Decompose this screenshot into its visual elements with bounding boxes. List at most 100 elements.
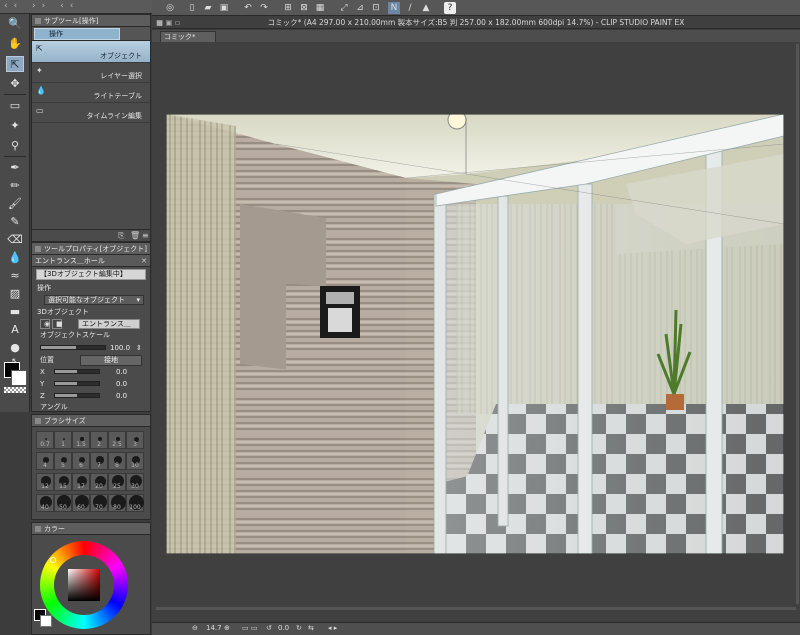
brush-size-cell[interactable]: 4 [36,452,54,470]
crop-icon[interactable]: ⊿ [354,2,366,14]
text-tool-icon[interactable]: A [6,322,24,338]
main-color-swatches[interactable] [2,360,27,394]
hand-tool-icon[interactable]: ✋ [6,36,24,52]
tool-property-header[interactable]: ツールプロパティ[オブジェクト] [32,243,150,255]
brush-size-cell[interactable]: 10 [126,452,144,470]
new-file-icon[interactable]: ▯ [186,2,198,14]
lock-icon[interactable]: ■ [52,319,63,329]
brush-size-cell[interactable]: 8 [108,452,126,470]
z-slider[interactable] [54,393,100,398]
x-slider[interactable] [54,369,100,374]
pencil-tool-icon[interactable]: ✏ [6,178,24,194]
window-controls-icon[interactable]: ■ ▣ ▫ [156,16,180,29]
operation-tool-icon[interactable]: ⇱ [6,56,24,72]
subtool-item-layer-select[interactable]: ✦ レイヤー選択 [32,63,150,83]
panel-grip-icon[interactable] [35,418,41,424]
brush-size-cell[interactable]: 30 [126,473,144,491]
sub-color-swatch[interactable] [11,370,27,386]
selection-tool-icon[interactable]: ▭ [6,98,24,114]
brush-size-cell[interactable]: 70 [90,494,108,512]
gradient-tool-icon[interactable]: ▨ [6,286,24,302]
brush-size-cell[interactable]: 0.7 [36,431,54,449]
snap-grid-icon[interactable]: / [404,2,416,14]
vertical-scrollbar[interactable] [796,44,799,604]
panel-grip-icon[interactable] [35,526,41,532]
brush-size-cell[interactable]: 15 [54,473,72,491]
rotate-left-icon[interactable]: ↺ [266,624,272,632]
brush-size-cell[interactable]: 80 [108,494,126,512]
hue-wheel[interactable] [40,541,128,629]
help-icon[interactable]: ? [444,2,456,14]
horizontal-scrollbar[interactable] [156,607,796,610]
brush-size-cell[interactable]: 12 [36,473,54,491]
operation-dropdown[interactable]: 選択可能なオブジェクト ▾ [44,295,144,305]
brush-size-cell[interactable]: 7 [90,452,108,470]
undo-icon[interactable]: ↶ [242,2,254,14]
select-icon[interactable]: ⊡ [370,2,382,14]
zoom-out-icon[interactable]: ⊖ [192,624,198,632]
brush-size-cell[interactable]: 17 [72,473,90,491]
save-icon[interactable]: ▣ [218,2,230,14]
tab-comic[interactable]: コミック* [160,31,216,42]
subtool-panel-header[interactable]: サブツール[操作] [32,15,150,27]
eyedropper-tool-icon[interactable]: ⚲ [6,138,24,154]
fill-icon[interactable]: ▦ [314,2,326,14]
clear-icon[interactable]: ⊠ [298,2,310,14]
brush-size-header[interactable]: ブラシサイズ [32,415,150,427]
zoom-in-icon[interactable]: ⊕ [224,624,230,632]
duplicate-icon[interactable]: ⎘ [118,231,124,241]
trash-icon[interactable]: 🗑 [130,231,140,240]
ground-button[interactable]: 接地 [80,355,142,366]
angle-value[interactable]: 0.0 [278,624,289,632]
snap-special-icon[interactable]: ▲ [420,2,432,14]
transform-icon[interactable]: ⊞ [282,2,294,14]
collapse-arrows-icon[interactable]: ‹‹ ›› ‹‹ [4,1,79,11]
frame-tool-icon[interactable]: ▬ [6,304,24,320]
scale-slider[interactable] [40,345,106,350]
tab-operation[interactable]: 操作 [34,28,120,40]
move-icon[interactable]: ⤢ [338,2,350,14]
color-panel-sub-swatch[interactable] [40,615,52,627]
auto-select-tool-icon[interactable]: ✦ [6,118,24,134]
redo-icon[interactable]: ↷ [258,2,270,14]
brush-size-cell[interactable]: 5 [54,452,72,470]
blend-tool-icon[interactable]: ≈ [6,268,24,284]
3d-entrance-hall-render[interactable] [166,114,784,554]
brush-size-cell[interactable]: 2 [90,431,108,449]
flip-icon[interactable]: ⇆ [308,624,314,632]
subtool-item-timeline[interactable]: ▭ タイムライン編集 [32,103,150,123]
stepper-icon[interactable]: ⇕ [136,342,142,354]
zoom-value[interactable]: 14.7 [206,624,222,632]
pen-tool-icon[interactable]: ✒ [6,160,24,176]
brush-size-cell[interactable]: 2.5 [108,431,126,449]
app-logo-icon[interactable]: ◎ [162,2,178,14]
brush-size-cell[interactable]: 1 [54,431,72,449]
subtool-item-light-table[interactable]: 💧 ライトテーブル [32,83,150,103]
close-icon[interactable]: ✕ [141,255,147,267]
subtool-item-object[interactable]: ⇱ オブジェクト [32,41,150,63]
page-nav-icon[interactable]: ◂ ▸ [328,624,337,632]
brush-size-cell[interactable]: 40 [36,494,54,512]
panel-grip-icon[interactable] [35,246,41,252]
eye-icon[interactable]: ◉ [40,319,50,329]
brush-size-cell[interactable]: 6 [72,452,90,470]
eraser-tool-icon[interactable]: ⌫ [6,232,24,248]
transparent-color-swatch[interactable] [4,387,26,393]
menu-icon[interactable]: ≡ [142,231,149,240]
fill-tool-icon[interactable]: 💧 [6,250,24,266]
y-slider[interactable] [54,381,100,386]
move-layer-tool-icon[interactable]: ✥ [6,76,24,92]
airbrush-tool-icon[interactable]: ✎ [6,214,24,230]
rotate-right-icon[interactable]: ↻ [296,624,302,632]
hue-marker[interactable] [50,557,56,563]
brush-size-cell[interactable]: 3 [126,431,144,449]
zoom-tool-icon[interactable]: 🔍 [6,16,24,32]
object3d-tab[interactable]: エントランス＿ [78,319,140,329]
panel-grip-icon[interactable] [35,18,41,24]
brush-size-cell[interactable]: 20 [90,473,108,491]
color-panel-header[interactable]: カラー [32,523,150,535]
brush-size-cell[interactable]: 1.5 [72,431,90,449]
saturation-value-square[interactable] [68,569,100,601]
fit-icon[interactable]: ▭ ▭ [242,624,257,632]
brush-size-cell[interactable]: 50 [54,494,72,512]
